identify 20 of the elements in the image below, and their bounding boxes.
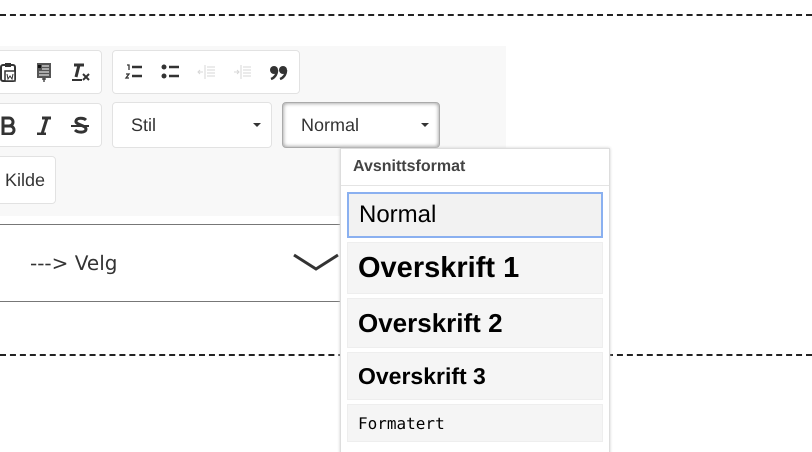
strikethrough-icon (70, 115, 90, 135)
menu-item[interactable]: Formatert (347, 404, 603, 442)
menu-item[interactable]: Overskrift 1 (347, 242, 603, 294)
menu-item[interactable]: Overskrift 3 (347, 352, 603, 400)
dropdown-button[interactable]: Normal (282, 102, 440, 148)
paste-text-icon (34, 62, 54, 82)
bold-icon (0, 115, 18, 135)
menu-item[interactable]: Normal (347, 192, 603, 238)
select-field[interactable]: ---> Velg (0, 224, 340, 302)
chevron-down-icon (292, 253, 340, 273)
indent-icon (232, 62, 252, 82)
caret-icon (421, 123, 429, 127)
remove-format-icon (70, 62, 90, 82)
menu-item[interactable]: Overskrift 2 (347, 298, 603, 348)
dropdown-button[interactable]: Stil (112, 102, 272, 148)
source-button[interactable]: Kilde (0, 156, 56, 204)
caret-icon (253, 123, 261, 127)
outdent-icon (196, 62, 216, 82)
italic-icon (34, 115, 54, 135)
menu-header: Avsnittsformat (341, 149, 609, 186)
